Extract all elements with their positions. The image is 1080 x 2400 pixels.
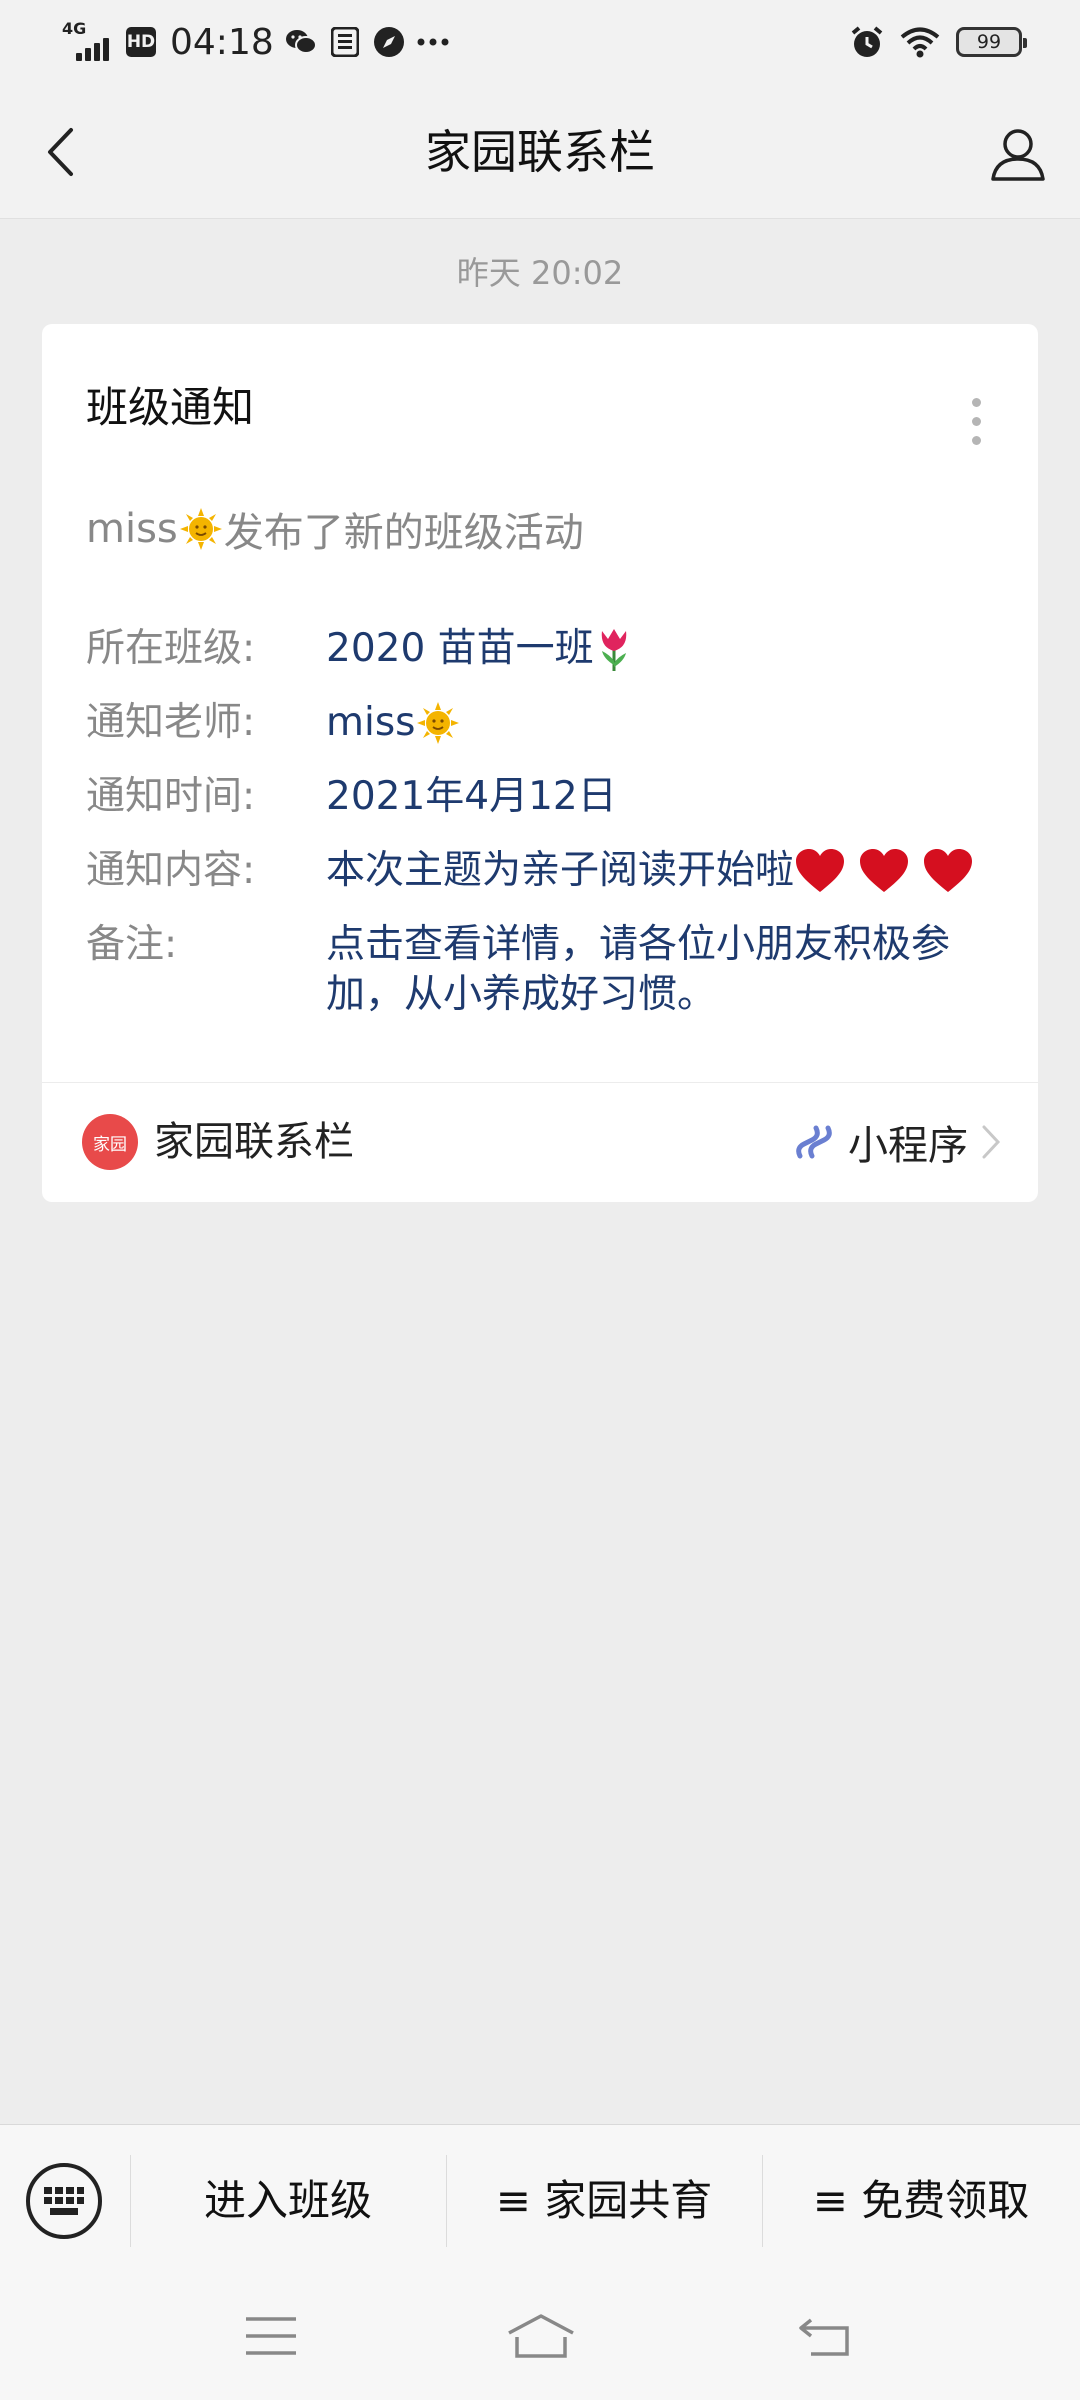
wifi-icon <box>900 25 940 59</box>
field-value: 本次主题为亲子阅读开始啦 <box>326 846 1006 896</box>
wechat-icon <box>284 25 318 59</box>
message-timestamp: 昨天 20:02 <box>456 254 624 292</box>
mini-program-link[interactable]: 小程序 <box>792 1082 1002 1202</box>
status-bar: 4G HD 04:18 99 <box>0 0 1080 86</box>
heart-emoji-icon <box>922 848 974 894</box>
more-options-button[interactable] <box>956 386 996 456</box>
keyboard-toggle-button[interactable] <box>26 2163 102 2239</box>
hd-icon: HD <box>126 27 156 57</box>
sun-emoji-icon <box>178 506 224 552</box>
menu-home-education[interactable]: ≡ 家园共育 <box>446 2125 762 2277</box>
app-icon <box>328 25 362 59</box>
menu-free-claim[interactable]: ≡ 免费领取 <box>762 2125 1080 2277</box>
recent-apps-button[interactable] <box>236 2306 306 2366</box>
menu-enter-class[interactable]: 进入班级 <box>130 2125 446 2277</box>
more-dots-icon <box>416 25 450 59</box>
app-logo: 家园 <box>82 1114 138 1170</box>
class-name: 2020 苗苗一班 <box>326 626 594 671</box>
app-name: 家园联系栏 <box>154 1119 354 1165</box>
system-nav-bar <box>0 2276 1080 2400</box>
keyboard-icon <box>44 2187 84 2215</box>
chevron-left-icon <box>48 128 73 176</box>
field-label: 通知时间: <box>86 774 256 819</box>
field-label: 所在班级: <box>86 626 256 671</box>
field-label: 通知老师: <box>86 700 256 745</box>
heart-emoji-icon <box>858 848 910 894</box>
publish-text: 发布了新的班级活动 <box>223 510 584 556</box>
field-label: 备注: <box>86 922 178 967</box>
mini-program-footer[interactable]: 家园 家园联系栏 小程序 <box>42 1082 1038 1202</box>
user-icon <box>991 129 1045 181</box>
field-note: 备注: 点击查看详情，请各位小朋友积极参加，从小养成好习惯。 <box>86 920 1006 1020</box>
page-title: 家园联系栏 <box>425 125 655 179</box>
field-value: 点击查看详情，请各位小朋友积极参加，从小养成好习惯。 <box>326 922 951 1017</box>
status-left: 4G HD 04:18 <box>62 14 450 70</box>
notification-card[interactable]: 班级通知 miss 发布了新的班级活动 所在班级: 2020 苗苗一班 通知老师… <box>42 324 1038 1202</box>
teacher-name: miss <box>326 700 416 745</box>
publisher-name: miss <box>86 506 178 552</box>
alarm-icon <box>850 25 884 59</box>
chevron-right-icon <box>982 1125 1001 1159</box>
tulip-emoji-icon <box>594 625 634 673</box>
mini-program-label: 小程序 <box>848 1123 968 1169</box>
field-time: 通知时间: 2021年4月12日 <box>86 772 1006 822</box>
kebab-dot <box>971 435 981 445</box>
field-value: 2020 苗苗一班 <box>326 624 1006 674</box>
profile-button[interactable] <box>986 122 1050 186</box>
card-subtitle: miss 发布了新的班级活动 <box>86 500 584 558</box>
clock: 04:18 <box>170 21 274 63</box>
kebab-dot <box>971 397 981 407</box>
notification-fields: 所在班级: 2020 苗苗一班 通知老师: miss 通知时间: 2021年4月… <box>86 624 1006 1044</box>
field-value: miss <box>326 698 1006 748</box>
menu-icon <box>246 2317 296 2355</box>
kebab-dot <box>971 416 981 426</box>
back-arrow-icon <box>799 2318 849 2356</box>
home-button[interactable] <box>506 2306 576 2366</box>
status-right: 99 <box>850 14 1027 70</box>
heart-emoji-icon <box>794 848 846 894</box>
compass-icon <box>372 25 406 59</box>
bottom-menu: 进入班级 ≡ 家园共育 ≡ 免费领取 <box>0 2124 1080 2277</box>
content-text: 本次主题为亲子阅读开始啦 <box>326 848 795 893</box>
card-title: 班级通知 <box>86 383 255 432</box>
signal-icon: 4G <box>62 19 116 65</box>
field-content: 通知内容: 本次主题为亲子阅读开始啦 <box>86 846 1006 896</box>
battery-level: 99 <box>976 31 1002 53</box>
nav-bar: 家园联系栏 <box>0 86 1080 219</box>
battery-icon: 99 <box>956 27 1027 57</box>
back-nav-button[interactable] <box>790 2306 860 2366</box>
field-label: 通知内容: <box>86 848 256 893</box>
sun-emoji-icon <box>415 700 461 746</box>
field-value: 2021年4月12日 <box>326 774 617 819</box>
logo-text: 家园 <box>93 1134 127 1155</box>
back-button[interactable] <box>30 122 90 182</box>
home-icon <box>508 2314 574 2358</box>
network-type: 4G <box>62 19 87 38</box>
field-teacher: 通知老师: miss <box>86 698 1006 748</box>
field-class: 所在班级: 2020 苗苗一班 <box>86 624 1006 674</box>
mini-program-icon <box>796 1125 832 1159</box>
